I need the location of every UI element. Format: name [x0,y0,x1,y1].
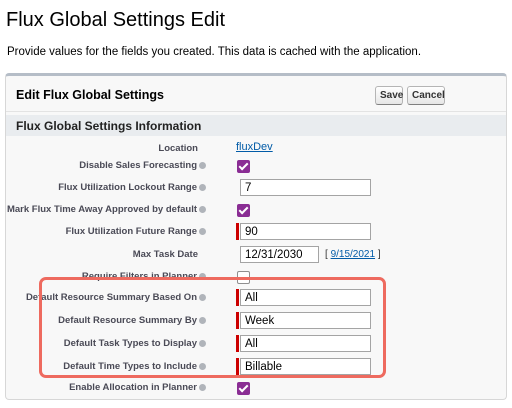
field-label-task-types: Default Task Types to Display [64,338,206,349]
help-icon[interactable] [199,184,206,191]
enable-allocation-checkbox[interactable] [237,382,250,395]
task-types-select[interactable]: All [240,335,371,352]
required-indicator [236,335,239,352]
label-text: Require Filters in Planner [81,271,197,282]
require-filters-checkbox[interactable] [237,271,250,284]
resource-summary-based-on-select[interactable]: All [240,289,371,306]
help-icon[interactable] [199,340,206,347]
mark-time-away-checkbox[interactable] [237,204,250,217]
field-value-task-types: All [236,335,371,352]
page-description: Provide values for the fields you create… [7,46,422,58]
label-text: Flux Utilization Future Range [65,226,197,237]
label-text: Default Time Types to Include [63,361,197,372]
field-label-lockout-range: Flux Utilization Lockout Range [58,182,206,193]
row-resource-summary-based-on: Default Resource Summary Based On All [6,287,506,311]
future-range-input[interactable]: 90 [240,223,371,240]
edit-block: Edit Flux Global Settings Save Cancel Fl… [5,73,507,400]
label-text: Default Resource Summary Based On [25,292,197,303]
label-text: Mark Flux Time Away Approved by default [6,204,197,215]
label-text: Default Resource Summary By [58,315,197,326]
field-label-mark-time-away: Mark Flux Time Away Approved by default [7,204,206,215]
bracket-open: [ [325,249,328,260]
time-types-select[interactable]: Billable [240,358,371,375]
page-title: Flux Global Settings Edit [6,9,225,31]
field-value-location: fluxDev [236,141,273,153]
row-lockout-range: Flux Utilization Lockout Range 7 [6,177,506,201]
required-indicator [236,358,239,375]
help-icon[interactable] [199,162,206,169]
field-label-require-filters: Require Filters in Planner [82,271,206,282]
today-date-link-wrapper: [ 9/15/2021 ] [325,249,381,260]
location-link[interactable]: fluxDev [236,141,273,153]
field-label-resource-summary-by: Default Resource Summary By [58,315,206,326]
today-date-link[interactable]: 9/15/2021 [331,249,376,260]
help-icon[interactable] [199,384,206,391]
label-text: Max Task Date [132,249,198,260]
cancel-button[interactable]: Cancel [407,86,445,105]
row-time-types: Default Time Types to Include Billable [6,356,506,380]
field-value-disable-sales-forecasting [237,160,250,173]
row-task-types: Default Task Types to Display All [6,333,506,357]
max-task-date-input[interactable]: 12/31/2030 [240,246,319,263]
disable-sales-forecasting-checkbox[interactable] [237,160,250,173]
block-title: Edit Flux Global Settings [16,88,164,102]
label-text: Disable Sales Forecasting [79,160,197,171]
field-value-future-range: 90 [236,223,371,240]
required-indicator [236,312,239,329]
field-value-require-filters [237,271,250,284]
field-label-enable-allocation: Enable Allocation in Planner [69,382,206,393]
label-text: Flux Utilization Lockout Range [58,182,197,193]
field-label-future-range: Flux Utilization Future Range [66,226,206,237]
field-value-mark-time-away [237,204,250,217]
help-icon[interactable] [199,228,206,235]
bracket-close: ] [377,249,381,260]
required-indicator [236,223,239,240]
section-title: Flux Global Settings Information [16,119,202,133]
label-text: Enable Allocation in Planner [69,382,197,393]
help-icon[interactable] [199,294,206,301]
field-value-max-task-date: 12/31/2030 [ 9/15/2021 ] [236,246,381,263]
help-icon[interactable] [199,273,206,280]
field-label-time-types: Default Time Types to Include [63,361,206,372]
resource-summary-by-select[interactable]: Week [240,312,371,329]
field-value-time-types: Billable [236,358,371,375]
field-value-lockout-range: 7 [236,179,371,196]
field-value-enable-allocation [237,382,250,395]
row-resource-summary-by: Default Resource Summary By Week [6,310,506,334]
row-enable-allocation: Enable Allocation in Planner [6,378,506,402]
save-button[interactable]: Save [375,86,403,105]
label-text: Location [158,143,198,154]
field-label-resource-summary-based-on: Default Resource Summary Based On [26,292,206,303]
field-label-max-task-date: Max Task Date [133,249,198,260]
field-label-disable-sales-forecasting: Disable Sales Forecasting [79,160,206,171]
field-value-resource-summary-by: Week [236,312,371,329]
block-header: Edit Flux Global Settings Save Cancel [6,76,506,112]
label-text: Default Task Types to Display [63,338,197,349]
section-header: Flux Global Settings Information [6,115,506,136]
field-value-resource-summary-based-on: All [236,289,371,306]
row-max-task-date: Max Task Date 12/31/2030 [ 9/15/2021 ] [6,244,506,268]
help-icon[interactable] [199,317,206,324]
required-indicator [236,289,239,306]
lockout-range-input[interactable]: 7 [240,179,371,196]
row-future-range: Flux Utilization Future Range 90 [6,221,506,245]
help-icon[interactable] [199,363,206,370]
field-label-location: Location [158,143,198,154]
help-icon[interactable] [199,206,206,213]
